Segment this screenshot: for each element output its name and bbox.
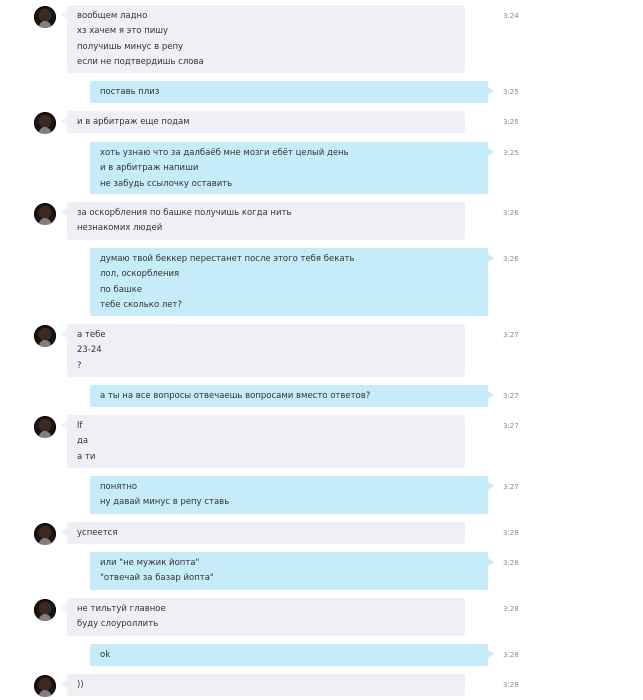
message-bubble[interactable]: или "не мужик йопта" "отвечай за базар й… xyxy=(90,552,494,590)
message-timestamp: 3:28 xyxy=(503,605,519,613)
message-bubble[interactable]: успеется xyxy=(61,522,465,544)
message-timestamp: 3:27 xyxy=(503,422,519,430)
message-line: да xyxy=(77,436,89,447)
message-timestamp: 3:26 xyxy=(503,255,519,263)
message-line: лол, оскорбления xyxy=(100,269,180,280)
contact-avatar-icon[interactable] xyxy=(34,6,56,28)
message-line: и в арбитраж напиши xyxy=(100,163,199,174)
contact-avatar-icon[interactable] xyxy=(34,325,56,347)
message-timestamp: 3:25 xyxy=(503,118,519,126)
message-bubble[interactable]: думаю твой беккер перестанет после этого… xyxy=(90,248,494,316)
message-line: а ти xyxy=(77,451,96,462)
message-line: а тебе xyxy=(77,330,106,340)
message-bubble[interactable]: а ты на все вопросы отвечаешь вопросами … xyxy=(90,385,494,407)
message-line: думаю твой беккер перестанет после этого… xyxy=(100,254,355,264)
message-line: 23-24 xyxy=(77,345,102,356)
message-timestamp: 3:25 xyxy=(503,88,519,96)
message-line: успеется xyxy=(77,528,118,538)
message-line: не забудь ссылочку оставить xyxy=(100,178,233,189)
message-line: ok xyxy=(100,650,111,660)
message-bubble[interactable]: хоть узнаю что за далбаёб мне мозги ебёт… xyxy=(90,142,494,194)
contact-avatar-icon[interactable] xyxy=(34,112,56,134)
message-line: не тильтуй главное xyxy=(77,604,166,614)
message-timestamp: 3:25 xyxy=(503,149,519,157)
message-bubble[interactable]: вообщем ладно хз хачем я это пишу получи… xyxy=(61,5,465,73)
message-timestamp: 3:27 xyxy=(503,331,519,339)
message-timestamp: 3:28 xyxy=(503,559,519,567)
message-timestamp: 3:24 xyxy=(503,12,519,20)
message-bubble[interactable]: не тильтуй главное буду слоуроллить xyxy=(61,598,465,636)
message-line: получишь минус в репу xyxy=(77,41,184,52)
contact-avatar-icon[interactable] xyxy=(34,523,56,545)
message-line: вообщем ладно xyxy=(77,11,148,21)
message-bubble[interactable]: за оскорбления по башке получишь когда н… xyxy=(61,202,465,240)
message-timestamp: 3:28 xyxy=(503,681,519,689)
contact-avatar-icon[interactable] xyxy=(34,416,56,438)
message-timestamp: 3:27 xyxy=(503,392,519,400)
message-line: если не подтвердишь слова xyxy=(77,56,204,67)
message-line: поставь плиз xyxy=(100,87,160,97)
message-line: lf xyxy=(77,421,83,431)
message-line: )) xyxy=(77,680,84,690)
message-line: незнакомих людей xyxy=(77,223,163,234)
message-line: по башке xyxy=(100,284,143,295)
message-line: за оскорбления по башке получишь когда н… xyxy=(77,208,292,218)
message-line: а ты на все вопросы отвечаешь вопросами … xyxy=(100,391,371,401)
message-timestamp: 3:28 xyxy=(503,529,519,537)
message-line: и в арбитраж еще подам xyxy=(77,117,190,127)
chat-history[interactable]: вообщем ладно хз хачем я это пишу получи… xyxy=(0,0,643,700)
message-bubble[interactable]: поставь плиз xyxy=(90,81,494,103)
message-line: или "не мужик йопта" xyxy=(100,558,200,568)
contact-avatar-icon[interactable] xyxy=(34,599,56,621)
message-bubble[interactable]: а тебе 23-24 ? xyxy=(61,324,465,377)
contact-avatar-icon[interactable] xyxy=(34,203,56,225)
message-bubble[interactable]: и в арбитраж еще подам xyxy=(61,111,465,133)
message-timestamp: 3:27 xyxy=(503,483,519,491)
message-line: буду слоуроллить xyxy=(77,619,159,630)
message-line: хоть узнаю что за далбаёб мне мозги ебёт… xyxy=(100,148,349,158)
message-line: хз хачем я это пишу xyxy=(77,26,169,37)
message-timestamp: 3:28 xyxy=(503,651,519,659)
message-bubble[interactable]: lf да а ти xyxy=(61,415,465,468)
message-line: "отвечай за базар йопта" xyxy=(100,573,214,584)
message-line: ну давай минус в репу ставь xyxy=(100,497,230,508)
message-bubble[interactable]: )) xyxy=(61,674,465,696)
message-line: ? xyxy=(77,360,82,371)
message-line: тебе сколько лет? xyxy=(100,299,182,310)
message-line: понятно xyxy=(100,482,138,492)
message-bubble[interactable]: понятно ну давай минус в репу ставь xyxy=(90,476,494,514)
message-bubble[interactable]: ok xyxy=(90,644,494,666)
message-timestamp: 3:26 xyxy=(503,209,519,217)
contact-avatar-icon[interactable] xyxy=(34,675,56,697)
